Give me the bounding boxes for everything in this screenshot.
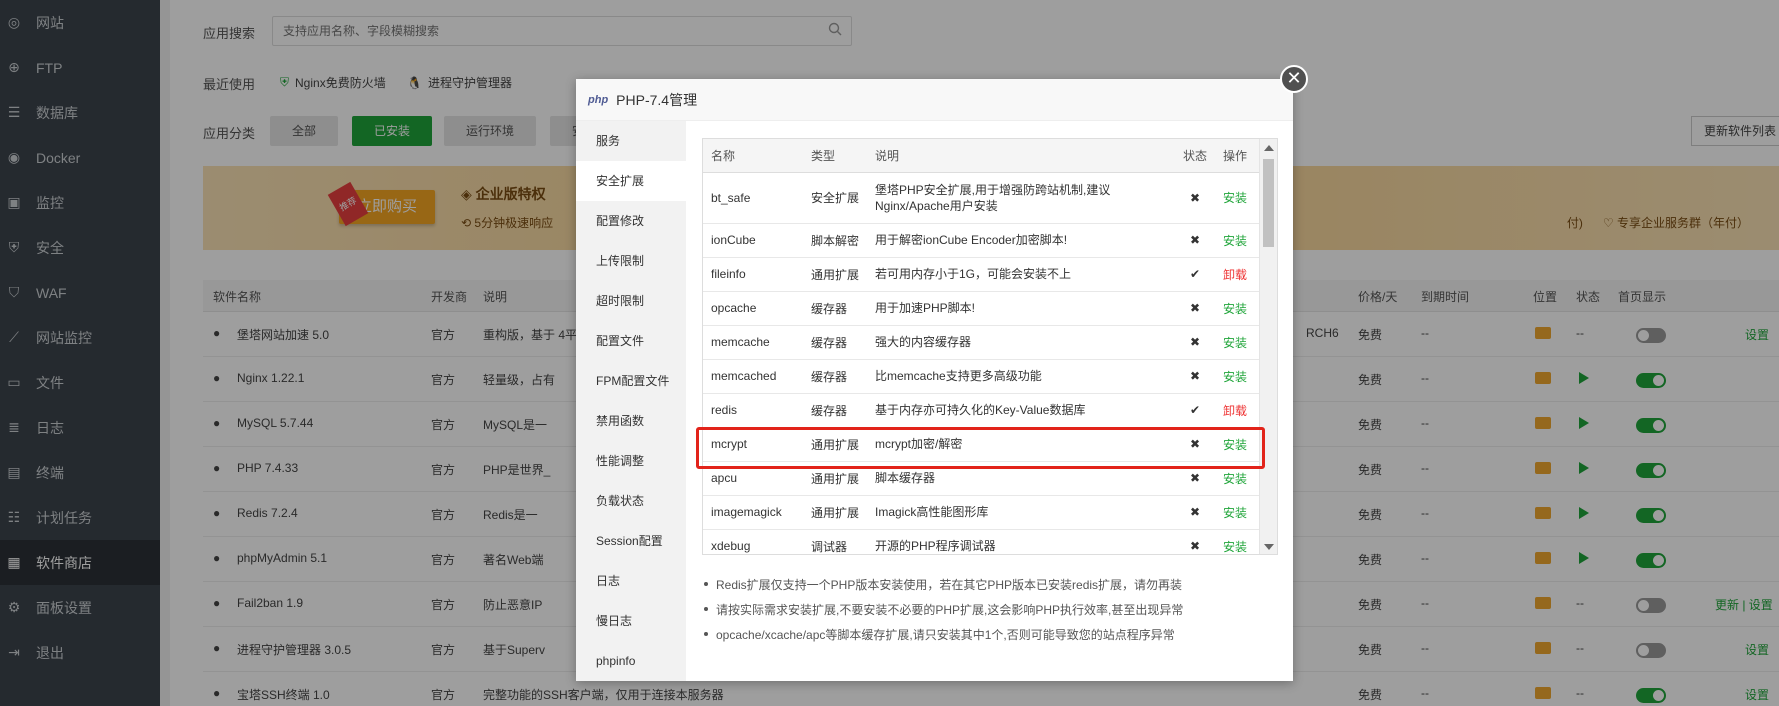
dialog-menu-item[interactable]: 日志 (576, 561, 686, 601)
dialog-title: PHP-7.4管理 (616, 91, 698, 108)
ext-name: bt_safe (703, 172, 803, 224)
php-logo: php (588, 93, 609, 106)
ext-name: redis (703, 393, 803, 428)
install-link[interactable]: 安装 (1215, 325, 1261, 360)
notes-list: Redis扩展仅支持一个PHP版本安装使用，若在其它PHP版本已安装redis扩… (702, 576, 1183, 651)
dialog-menu-item[interactable]: 配置文件 (576, 321, 686, 361)
extension-table-wrapper: 名称 类型 说明 状态 操作 bt_safe 安全扩展 堡塔PHP安全扩展,用于增强… (702, 138, 1278, 555)
extension-row-imagemagick: imagemagick 通用扩展 Imagick高性能图形库 ✖ 安装 (703, 495, 1261, 530)
ext-type: 脚本解密 (803, 223, 867, 258)
uninstall-link[interactable]: 卸载 (1215, 257, 1261, 292)
extension-row-opcache: opcache 缓存器 用于加速PHP脚本! ✖ 安装 (703, 291, 1261, 326)
extension-header-row: 名称 类型 说明 状态 操作 (703, 139, 1261, 173)
extension-table: 名称 类型 说明 状态 操作 bt_safe 安全扩展 堡塔PHP安全扩展,用于增强… (703, 139, 1261, 554)
php-manage-dialog: php PHP-7.4管理 服务 安全扩展 配置修改 上传限制 超时限制 配置文件 FPM配… (576, 79, 1293, 681)
ext-desc: Imagick高性能图形库 (867, 495, 1175, 530)
scroll-down-icon[interactable] (1264, 544, 1274, 550)
scroll-thumb[interactable] (1263, 159, 1274, 247)
ext-name: ionCube (703, 223, 803, 258)
dialog-menu-item[interactable]: 配置修改 (576, 201, 686, 241)
dialog-menu-item[interactable]: 禁用函数 (576, 401, 686, 441)
cross-icon: ✖ (1175, 291, 1215, 326)
dialog-menu-item[interactable]: 安全扩展 (576, 161, 686, 201)
install-link[interactable]: 安装 (1215, 172, 1261, 224)
dialog-menu-item[interactable]: phpinfo (576, 641, 686, 681)
ext-desc: 基于内存亦可持久化的Key-Value数据库 (867, 393, 1175, 428)
dialog-menu-item[interactable]: 超时限制 (576, 281, 686, 321)
ext-name: memcache (703, 325, 803, 360)
install-link[interactable]: 安装 (1215, 529, 1261, 554)
dialog-menu-item[interactable]: 性能调整 (576, 441, 686, 481)
dialog-header: php PHP-7.4管理 (576, 79, 1293, 121)
ext-col-status: 状态 (1175, 139, 1215, 173)
dialog-menu-item[interactable]: 服务 (576, 121, 686, 161)
dialog-menu-item[interactable]: 慢日志 (576, 601, 686, 641)
ext-col-desc: 说明 (867, 139, 1175, 173)
check-icon: ✔ (1175, 257, 1215, 292)
ext-name: opcache (703, 291, 803, 326)
cross-icon: ✖ (1175, 223, 1215, 258)
ext-type: 缓存器 (803, 291, 867, 326)
note-item: opcache/xcache/apc等脚本缓存扩展,请只安装其中1个,否则可能导… (702, 626, 1183, 643)
dialog-menu-item[interactable]: FPM配置文件 (576, 361, 686, 401)
ext-name: imagemagick (703, 495, 803, 530)
extension-row-memcached: memcached 缓存器 比memcache支持更多高级功能 ✖ 安装 (703, 359, 1261, 394)
dialog-menu-item[interactable]: 上传限制 (576, 241, 686, 281)
ext-col-type: 类型 (803, 139, 867, 173)
cross-icon: ✖ (1175, 495, 1215, 530)
note-item: 请按实际需求安装扩展,不要安装不必要的PHP扩展,这会影响PHP执行效率,甚至出… (702, 601, 1183, 618)
ext-name: xdebug (703, 529, 803, 554)
extension-row-xdebug: xdebug 调试器 开源的PHP程序调试器 ✖ 安装 (703, 529, 1261, 554)
extension-row-redis: redis 缓存器 基于内存亦可持久化的Key-Value数据库 ✔ 卸载 (703, 393, 1261, 428)
ext-col-op: 操作 (1215, 139, 1261, 173)
uninstall-link[interactable]: 卸载 (1215, 393, 1261, 428)
ext-desc: 用于加速PHP脚本! (867, 291, 1175, 326)
ext-desc: 用于解密ionCube Encoder加密脚本! (867, 223, 1175, 258)
dialog-menu-item[interactable]: 负载状态 (576, 481, 686, 521)
ext-col-name: 名称 (703, 139, 803, 173)
ext-name: fileinfo (703, 257, 803, 292)
cross-icon: ✖ (1175, 325, 1215, 360)
cross-icon: ✖ (1175, 529, 1215, 554)
ext-type: 缓存器 (803, 359, 867, 394)
ext-desc: 比memcache支持更多高级功能 (867, 359, 1175, 394)
check-icon: ✔ (1175, 393, 1215, 428)
redis-row-highlight (696, 427, 1265, 469)
scroll-up-icon[interactable] (1264, 145, 1274, 151)
cross-icon: ✖ (1175, 172, 1215, 224)
ext-desc: 开源的PHP程序调试器 (867, 529, 1175, 554)
ext-type: 通用扩展 (803, 495, 867, 530)
ext-type: 缓存器 (803, 325, 867, 360)
install-link[interactable]: 安装 (1215, 359, 1261, 394)
extension-row-bt_safe: bt_safe 安全扩展 堡塔PHP安全扩展,用于增强防跨站机制,建议Nginx/A… (703, 172, 1261, 224)
extension-scrollbar[interactable] (1259, 139, 1277, 554)
install-link[interactable]: 安装 (1215, 291, 1261, 326)
extension-row-fileinfo: fileinfo 通用扩展 若可用内存小于1G，可能会安装不上 ✔ 卸载 (703, 257, 1261, 292)
ext-desc: 若可用内存小于1G，可能会安装不上 (867, 257, 1175, 292)
ext-desc: 堡塔PHP安全扩展,用于增强防跨站机制,建议Nginx/Apache用户安装 (867, 172, 1175, 224)
cross-icon: ✖ (1175, 359, 1215, 394)
install-link[interactable]: 安装 (1215, 495, 1261, 530)
dialog-menu-item[interactable]: Session配置 (576, 521, 686, 561)
dialog-menu: 服务 安全扩展 配置修改 上传限制 超时限制 配置文件 FPM配置文件 禁用函数 性能调整 负载状… (576, 121, 686, 681)
install-link[interactable]: 安装 (1215, 223, 1261, 258)
ext-type: 安全扩展 (803, 172, 867, 224)
extension-row-memcache: memcache 缓存器 强大的内容缓存器 ✖ 安装 (703, 325, 1261, 360)
dialog-content: 名称 类型 说明 状态 操作 bt_safe 安全扩展 堡塔PHP安全扩展,用于增强… (686, 121, 1293, 681)
ext-type: 通用扩展 (803, 257, 867, 292)
ext-type: 缓存器 (803, 393, 867, 428)
close-dialog-button[interactable]: ✕ (1280, 65, 1308, 93)
extension-row-ionCube: ionCube 脚本解密 用于解密ionCube Encoder加密脚本! ✖ 安装 (703, 223, 1261, 258)
ext-type: 调试器 (803, 529, 867, 554)
ext-name: memcached (703, 359, 803, 394)
ext-desc: 强大的内容缓存器 (867, 325, 1175, 360)
note-item: Redis扩展仅支持一个PHP版本安装使用，若在其它PHP版本已安装redis扩… (702, 576, 1183, 593)
